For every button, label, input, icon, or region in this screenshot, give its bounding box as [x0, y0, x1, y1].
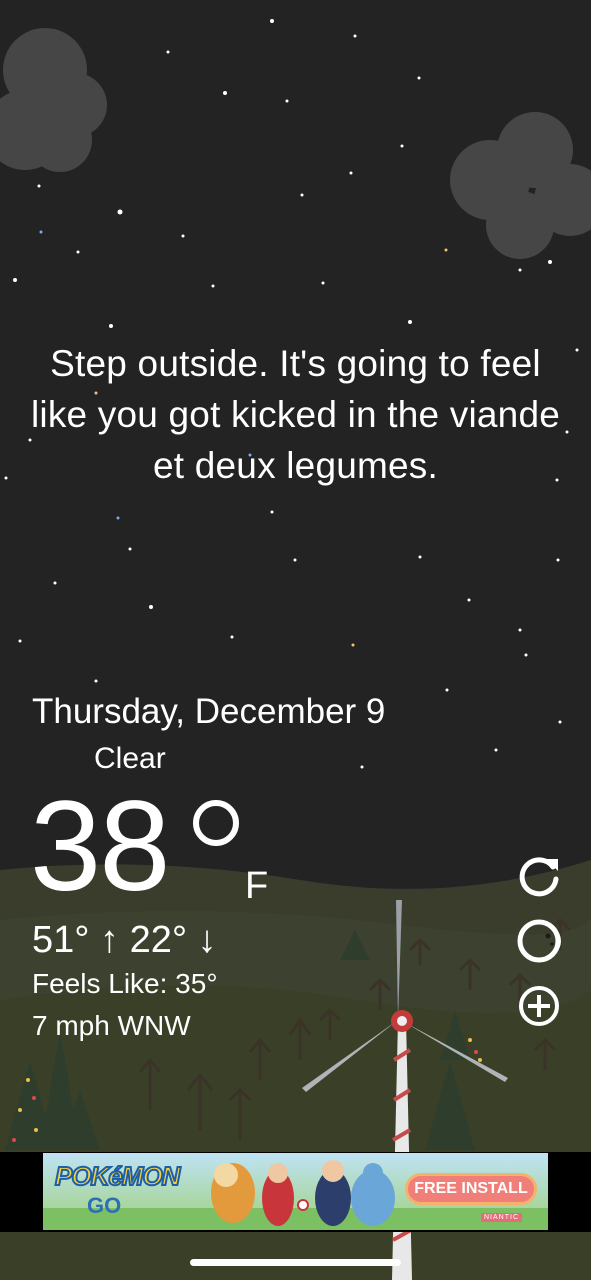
niantic-logo: NIANTIC [481, 1213, 522, 1222]
crescent-moon-icon [41, 742, 58, 776]
wind-info: 7 mph WNW [32, 1010, 191, 1041]
refresh-icon [519, 857, 559, 897]
pokemon-logo-text: POKéMON [54, 1160, 181, 1192]
condition-row: Clear [36, 738, 166, 780]
temperature-unit: F [245, 865, 269, 907]
add-circle-icon [519, 986, 559, 1026]
night-scene-background [0, 0, 591, 1280]
date-label: Thursday, December 9 [32, 692, 386, 731]
refresh-button[interactable] [516, 853, 562, 899]
condition-label: Clear [94, 742, 166, 775]
ad-banner[interactable]: POKéMON GO FREE INSTALL NIANTIC [43, 1153, 548, 1230]
moon-phase-icon [517, 919, 561, 963]
weather-screen: Step outside. It's going to feel like yo… [0, 0, 591, 1280]
temperature-value: 38 [30, 775, 170, 918]
degree-symbol [193, 800, 239, 846]
high-low-temps: 51° ↑ 22° ↓ [32, 919, 217, 961]
moon-phase-button[interactable] [516, 918, 562, 964]
add-location-button[interactable] [516, 983, 562, 1029]
pokemon-go-text: GO [87, 1193, 122, 1218]
free-install-button[interactable]: FREE INSTALL [405, 1173, 537, 1205]
weather-quote: Step outside. It's going to feel like yo… [30, 343, 561, 486]
home-indicator[interactable] [190, 1259, 401, 1266]
feels-like: Feels Like: 35° [32, 968, 218, 999]
